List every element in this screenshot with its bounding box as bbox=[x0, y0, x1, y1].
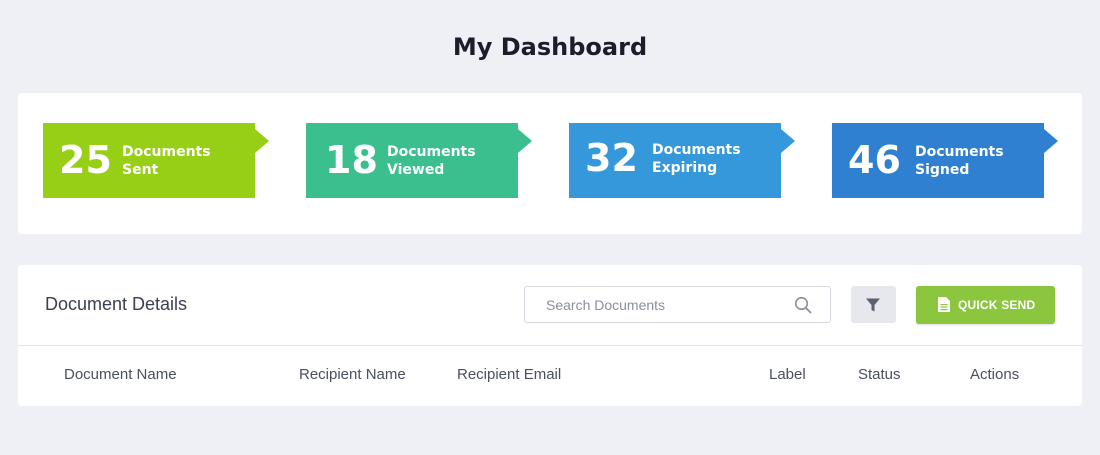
document-details-card: Document Details QUICK SEND Document Nam… bbox=[18, 265, 1082, 406]
stat-label: Documents Viewed bbox=[387, 143, 507, 179]
stat-label-line1: Documents bbox=[915, 144, 1004, 160]
search-input[interactable] bbox=[526, 288, 781, 321]
stat-label-line2: Viewed bbox=[387, 162, 445, 178]
column-header-status[interactable]: Status bbox=[858, 366, 901, 383]
stat-label: Documents Signed bbox=[915, 143, 1035, 179]
stat-count: 18 bbox=[325, 138, 378, 182]
stat-label-line2: Signed bbox=[915, 162, 970, 178]
stat-count: 32 bbox=[585, 136, 638, 180]
stat-label-line1: Documents bbox=[652, 142, 741, 158]
stats-card: 25 Documents Sent 18 Documents Viewed 32… bbox=[18, 93, 1082, 234]
stat-label: Documents Expiring bbox=[652, 141, 772, 177]
stat-label-line1: Documents bbox=[387, 144, 476, 160]
stat-documents-signed[interactable]: 46 Documents Signed bbox=[832, 123, 1058, 198]
document-icon bbox=[938, 297, 950, 312]
stat-label-line2: Expiring bbox=[652, 160, 718, 176]
stat-label: Documents Sent bbox=[122, 143, 242, 179]
divider bbox=[18, 345, 1082, 346]
stat-count: 25 bbox=[59, 138, 112, 182]
quick-send-button[interactable]: QUICK SEND bbox=[916, 286, 1055, 324]
column-header-actions[interactable]: Actions bbox=[970, 366, 1019, 383]
quick-send-label: QUICK SEND bbox=[958, 298, 1036, 312]
column-header-label[interactable]: Label bbox=[769, 366, 806, 383]
page-title: My Dashboard bbox=[452, 33, 648, 61]
search-icon[interactable] bbox=[794, 296, 812, 314]
column-header-recipient-name[interactable]: Recipient Name bbox=[299, 366, 406, 383]
stat-label-line1: Documents bbox=[122, 144, 211, 160]
stat-documents-viewed[interactable]: 18 Documents Viewed bbox=[306, 123, 532, 198]
stat-documents-expiring[interactable]: 32 Documents Expiring bbox=[569, 123, 795, 198]
stat-count: 46 bbox=[848, 138, 901, 182]
stat-documents-sent[interactable]: 25 Documents Sent bbox=[43, 123, 269, 198]
column-header-recipient-email[interactable]: Recipient Email bbox=[457, 366, 561, 383]
search-box bbox=[524, 286, 831, 323]
filter-button[interactable] bbox=[851, 286, 896, 323]
column-header-document-name[interactable]: Document Name bbox=[64, 366, 177, 383]
section-title: Document Details bbox=[45, 294, 188, 314]
stat-label-line2: Sent bbox=[122, 162, 159, 178]
filter-icon bbox=[866, 298, 880, 312]
